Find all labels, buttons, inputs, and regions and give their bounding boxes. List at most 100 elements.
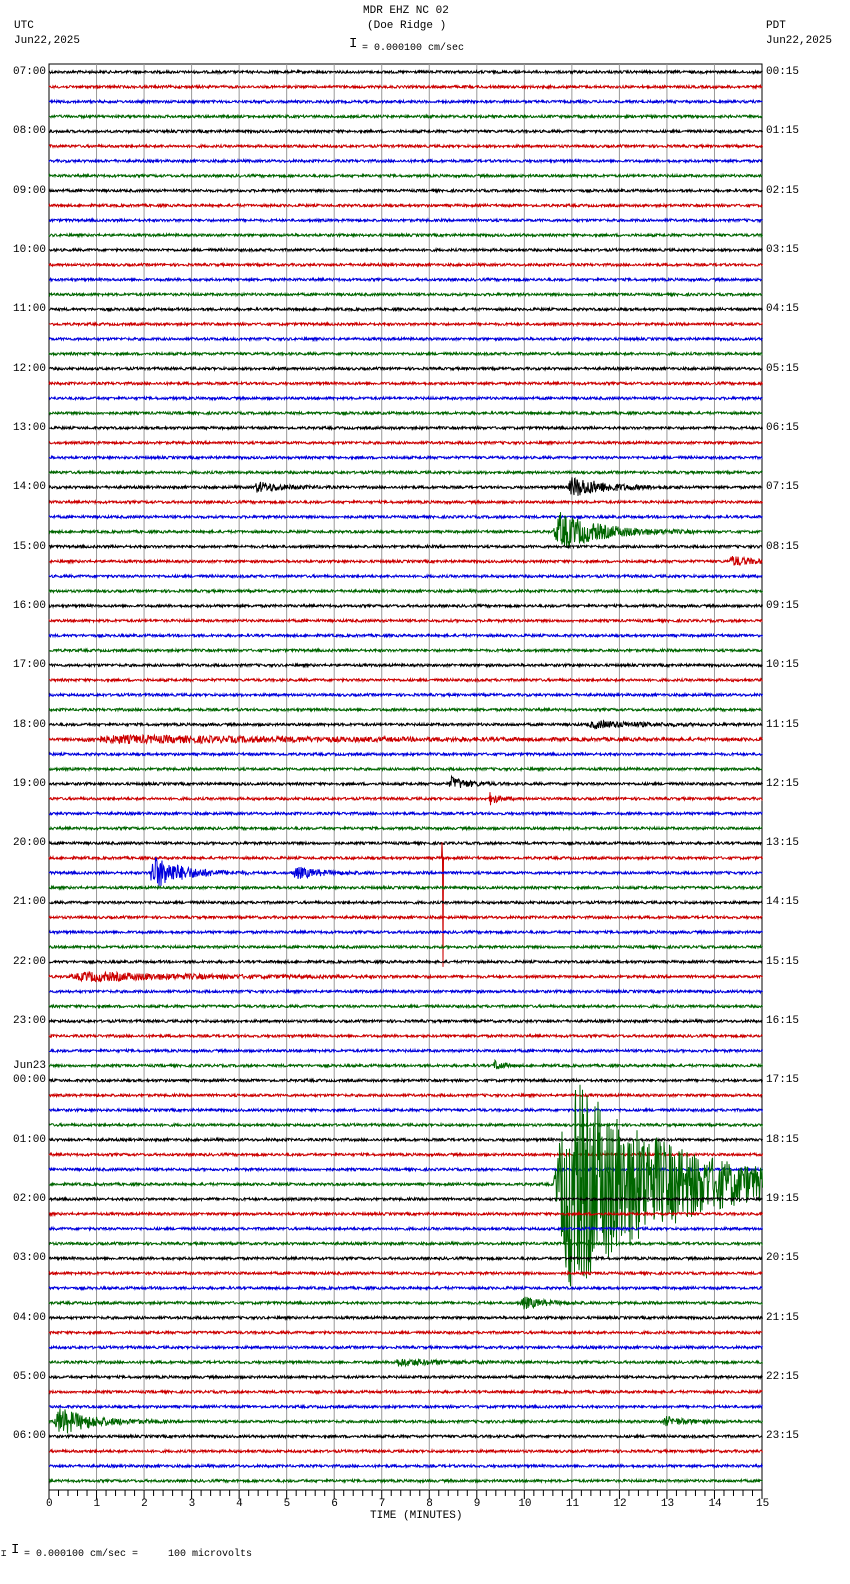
seismic-trace — [48, 1270, 763, 1277]
seismic-trace — [48, 825, 763, 832]
utc-hour-label: 15:00 — [13, 540, 47, 553]
utc-hour-label: 23:00 — [13, 1015, 47, 1028]
utc-hour-label: 14:00 — [13, 481, 47, 494]
seismic-trace — [48, 1477, 763, 1485]
seismic-trace — [48, 1240, 763, 1247]
x-tick-label: 3 — [188, 1498, 196, 1510]
seismic-trace — [48, 943, 763, 951]
seismic-trace — [48, 572, 763, 580]
seismic-trace — [49, 439, 763, 446]
seismic-trace — [48, 988, 763, 995]
utc-hour-label: 12:00 — [13, 362, 47, 375]
utc-hour-label: 06:00 — [13, 1430, 47, 1443]
seismic-trace — [48, 83, 763, 90]
x-tick-label: 1 — [93, 1498, 101, 1510]
utc-hour-label: 09:00 — [13, 184, 47, 197]
utc-hour-label: 08:00 — [13, 125, 47, 138]
seismic-trace — [48, 68, 763, 76]
seismic-trace — [48, 543, 763, 550]
utc-hour-label: 22:00 — [13, 955, 47, 968]
seismic-trace — [48, 857, 763, 887]
x-tick-label: 11 — [565, 1498, 580, 1510]
pdt-hour-label: 19:15 — [766, 1193, 800, 1206]
utc-hour-label: 21:00 — [13, 896, 47, 909]
x-tick-label: 10 — [518, 1498, 532, 1510]
seismic-trace — [48, 617, 763, 624]
seismic-trace — [48, 810, 763, 817]
seismic-trace — [48, 676, 763, 684]
seismic-trace — [48, 1017, 763, 1025]
x-tick-label: 0 — [46, 1498, 53, 1510]
pdt-hour-label: 21:15 — [766, 1311, 800, 1324]
seismic-trace — [48, 691, 763, 699]
seismic-trace — [48, 1284, 763, 1292]
seismic-trace — [48, 884, 763, 891]
seismic-trace — [48, 602, 763, 610]
pdt-hour-label: 09:15 — [766, 599, 800, 612]
seismic-trace — [48, 1296, 763, 1310]
seismic-trace — [48, 1225, 763, 1232]
seismic-trace — [48, 750, 763, 758]
footer-scale-icon: I — [11, 1542, 20, 1558]
pdt-hour-label: 02:15 — [766, 184, 800, 197]
seismic-trace — [48, 899, 763, 906]
pdt-hour-label: 04:15 — [766, 303, 800, 316]
pdt-hour-label: 14:15 — [766, 896, 800, 909]
seismic-trace — [48, 142, 763, 150]
seismic-trace — [48, 276, 763, 283]
seismic-trace — [48, 231, 763, 239]
footer-mark: ⌶ — [1, 1549, 7, 1559]
seismic-trace — [48, 792, 763, 806]
utc-hour-label: 10:00 — [13, 243, 47, 256]
seismic-trace — [48, 172, 763, 179]
seismic-trace — [48, 157, 763, 165]
pdt-hour-label: 10:15 — [766, 659, 800, 672]
seismic-trace — [48, 647, 763, 654]
seismic-trace — [48, 1314, 763, 1321]
x-tick-label: 8 — [426, 1498, 433, 1510]
utc-hour-label: 16:00 — [13, 599, 47, 612]
seismic-trace — [48, 202, 763, 209]
pdt-hour-label: 07:15 — [766, 481, 800, 494]
utc-hour-label: 07:00 — [13, 66, 47, 78]
x-tick-label: 4 — [236, 1498, 243, 1510]
seismic-trace — [48, 928, 763, 936]
seismic-trace — [48, 1388, 763, 1396]
seismic-trace — [48, 187, 763, 194]
pdt-hour-label: 01:15 — [766, 125, 800, 138]
pdt-hour-label: 13:15 — [766, 837, 800, 850]
seismic-trace — [48, 1357, 763, 1368]
seismic-trace — [48, 706, 763, 713]
seismic-trace — [48, 320, 763, 328]
pdt-hour-label: 05:15 — [766, 362, 800, 375]
pdt-hour-label: 16:15 — [766, 1015, 800, 1028]
seismic-trace — [48, 409, 763, 417]
pdt-hour-label: 11:15 — [766, 718, 800, 731]
seismic-trace — [48, 513, 763, 521]
seismic-trace — [48, 1433, 763, 1440]
seismic-trace — [48, 958, 763, 966]
seismic-trace — [48, 335, 763, 343]
seismic-trace — [48, 306, 763, 313]
utc-hour-label: 03:00 — [13, 1252, 47, 1265]
seismic-trace — [48, 469, 763, 476]
seismic-trace — [48, 555, 763, 566]
seismic-trace — [48, 733, 763, 745]
x-axis-label: TIME (MINUTES) — [370, 1510, 463, 1522]
x-tick-label: 15 — [756, 1498, 770, 1510]
seismic-trace — [48, 217, 763, 224]
seismic-trace — [48, 1373, 763, 1381]
x-tick-label: 5 — [283, 1498, 291, 1510]
seismic-trace — [48, 350, 763, 357]
seismic-trace — [48, 395, 763, 402]
seismic-trace — [49, 1121, 763, 1129]
seismic-trace — [48, 477, 763, 496]
x-tick-label: 9 — [473, 1498, 481, 1510]
pdt-hour-label: 22:15 — [766, 1371, 800, 1384]
pdt-hour-label: 17:15 — [766, 1074, 800, 1087]
pdt-hour-label: 20:15 — [766, 1252, 800, 1265]
seismic-trace — [48, 365, 763, 372]
seismic-trace — [48, 970, 763, 983]
x-tick-label: 6 — [331, 1498, 338, 1510]
seismic-trace — [48, 1047, 763, 1054]
